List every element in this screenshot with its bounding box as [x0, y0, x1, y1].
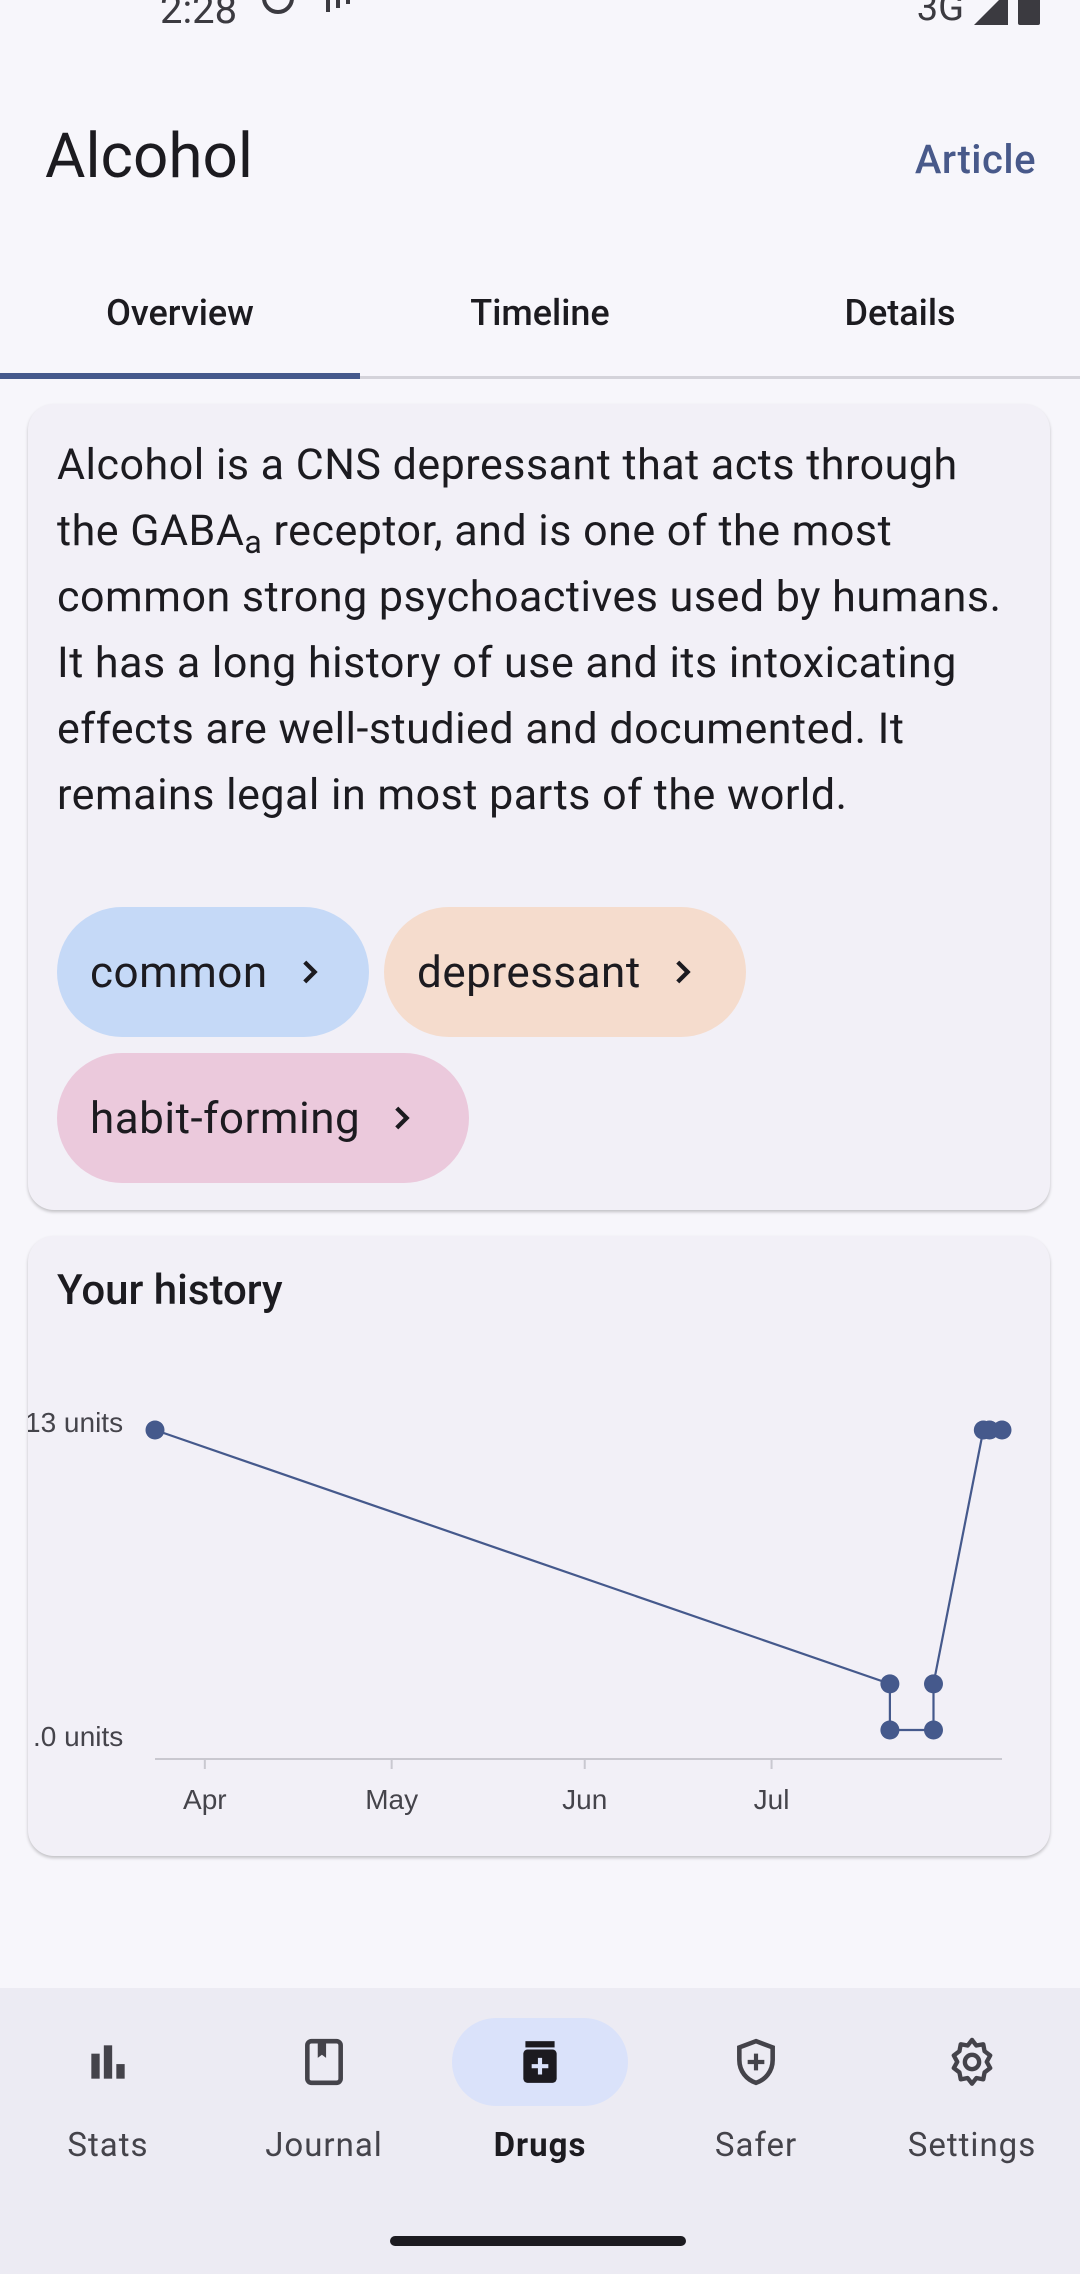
status-bar: 2:28 3G [0, 0, 1080, 40]
nav-label: Journal [265, 2126, 383, 2165]
overview-card: Alcohol is a CNS depressant that acts th… [28, 404, 1050, 1210]
nav-label: Stats [67, 2126, 149, 2165]
tab-overview[interactable]: Overview [0, 250, 360, 376]
chip-habit-forming[interactable]: habit-forming [57, 1053, 469, 1183]
chip-common[interactable]: common [57, 907, 369, 1037]
tab-details[interactable]: Details [720, 250, 1080, 376]
series-line [154, 1428, 1002, 1732]
chip-label: depressant [417, 946, 641, 998]
nav-journal[interactable]: Journal [216, 2018, 432, 2178]
nav-drugs[interactable]: Drugs [432, 2018, 648, 2178]
y-tick-label-bottom: .0 units [33, 1721, 123, 1752]
description-subscript: a [244, 523, 263, 561]
chip-label: common [90, 946, 268, 998]
app-bar: Alcohol Article [0, 100, 1080, 220]
data-point [880, 1674, 900, 1694]
chevron-right-icon [302, 960, 318, 984]
status-time: 2:28 [160, 0, 238, 33]
page-title: Alcohol [45, 120, 253, 193]
nav-label: Settings [907, 2126, 1037, 2165]
status-notification-icons [262, 0, 350, 14]
signal-icon [974, 0, 1008, 25]
tab-timeline[interactable]: Timeline [360, 250, 720, 376]
drug-description: Alcohol is a CNS depressant that acts th… [57, 432, 1027, 828]
nav-label: Safer [714, 2126, 798, 2165]
nav-label: Drugs [493, 2126, 587, 2165]
x-tick-label: Jun [562, 1784, 607, 1815]
status-right: 3G [917, 0, 1040, 30]
network-type: 3G [916, 0, 964, 30]
x-tick-label: Apr [183, 1784, 227, 1815]
shield-plus-icon [668, 2018, 844, 2106]
bar-chart-icon [20, 2018, 196, 2106]
data-point [923, 1720, 943, 1740]
data-point [145, 1420, 165, 1440]
data-point [992, 1420, 1012, 1440]
x-tick-label: Jul [754, 1784, 790, 1815]
y-tick-label-top: 13 units [28, 1407, 123, 1438]
tab-indicator [0, 373, 360, 379]
battery-icon [1018, 0, 1040, 25]
chip-label: habit-forming [90, 1092, 361, 1144]
history-chart: 13 units .0 units Apr May Jun Jul [28, 1407, 1012, 1815]
chevron-right-icon [395, 1106, 410, 1130]
book-icon [236, 2018, 412, 2106]
chip-depressant[interactable]: depressant [384, 907, 746, 1037]
data-point [923, 1674, 943, 1694]
nav-safer[interactable]: Safer [648, 2018, 864, 2178]
nav-settings[interactable]: Settings [864, 2018, 1080, 2178]
data-point [880, 1720, 900, 1740]
article-button[interactable]: Article [915, 136, 1036, 183]
x-tick-label: May [365, 1784, 418, 1815]
bottom-navigation: Stats Journal Drugs Safer Settings [0, 1988, 1080, 2274]
x-ticks: Apr May Jun Jul [183, 1759, 789, 1815]
series-alcohol [145, 1420, 1012, 1740]
gear-icon [884, 2018, 1060, 2106]
nav-stats[interactable]: Stats [0, 2018, 216, 2178]
gesture-handle [390, 2236, 686, 2246]
chevron-right-icon [675, 960, 691, 984]
history-card[interactable]: Your history 13 units .0 units Apr May Jun… [28, 1236, 1050, 1856]
medication-icon [452, 2018, 628, 2106]
tab-bar: Overview Timeline Details [0, 250, 1080, 379]
